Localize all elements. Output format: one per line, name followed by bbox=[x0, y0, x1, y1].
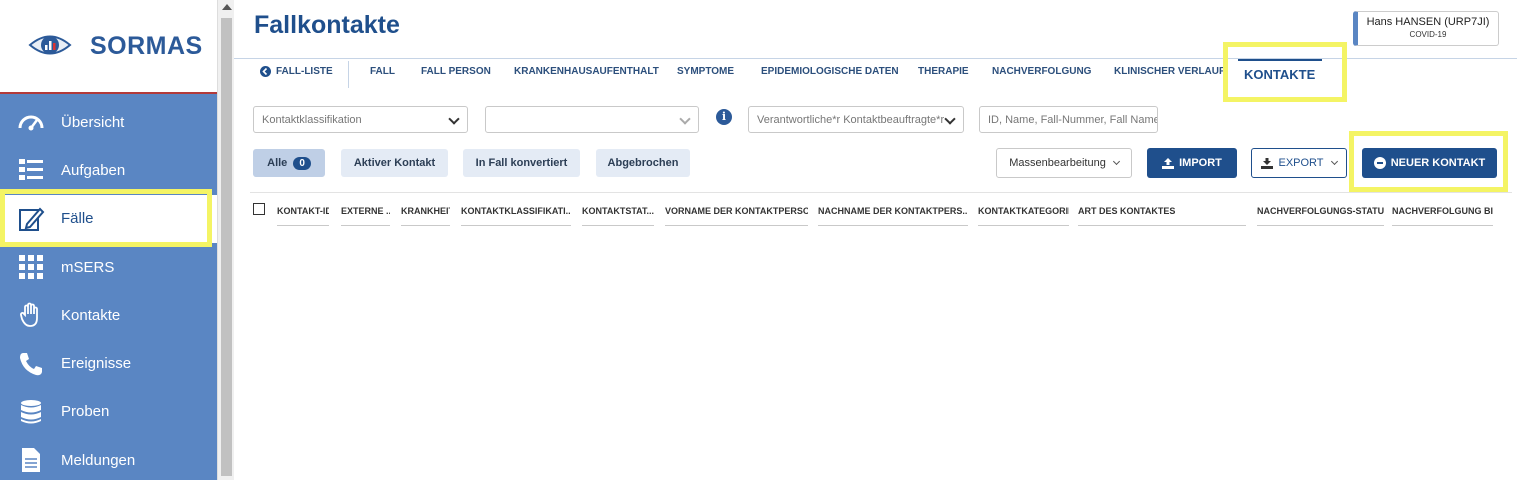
plus-circle-icon bbox=[1373, 157, 1386, 169]
sidebar-item-label: Meldungen bbox=[61, 451, 136, 469]
sidebar-item-label: Übersicht bbox=[61, 113, 125, 131]
user-menu[interactable]: Hans HANSEN (URP7JI) COVID-19 bbox=[1353, 11, 1499, 46]
tab-kontakte[interactable]: KONTAKTE bbox=[1244, 67, 1315, 82]
sidebar-item-ereignisse[interactable]: Ereignisse bbox=[0, 339, 217, 387]
import-label: IMPORT bbox=[1179, 157, 1222, 169]
sormas-logo-icon bbox=[28, 35, 72, 55]
search-placeholder: ID, Name, Fall-Nummer, Fall Name bbox=[988, 114, 1158, 126]
info-icon[interactable]: i bbox=[716, 109, 732, 125]
sidebar-item-label: Ereignisse bbox=[61, 355, 132, 373]
edit-icon bbox=[19, 207, 45, 231]
sidebar-nav: Übersicht Aufgaben Fälle mSERS Kontakte … bbox=[0, 98, 217, 480]
brand-name: SORMAS bbox=[90, 32, 203, 60]
contacts-table-header: KONTAKT-ID EXTERNE ... KRANKHEIT KONTAKT… bbox=[250, 192, 1512, 228]
new-contact-button[interactable]: NEUER KONTAKT bbox=[1362, 148, 1497, 178]
bulk-edit-button[interactable]: Massenbearbeitung bbox=[996, 148, 1132, 178]
column-header-nachname[interactable]: NACHNAME DER KONTAKTPERS... bbox=[818, 206, 968, 226]
sidebar-item-label: Proben bbox=[61, 403, 110, 421]
document-icon bbox=[22, 448, 40, 473]
chevron-down-icon bbox=[679, 113, 691, 125]
chevron-down-icon bbox=[944, 113, 956, 125]
column-header-kontaktkategorie[interactable]: KONTAKTKATEGORIE bbox=[978, 206, 1069, 226]
sidebar-item-uebersicht[interactable]: Übersicht bbox=[0, 98, 217, 146]
sidebar-item-label: Fälle bbox=[61, 210, 94, 228]
search-input[interactable]: ID, Name, Fall-Nummer, Fall Name bbox=[979, 106, 1158, 133]
officer-select[interactable]: Verantwortliche*r Kontaktbeauftragte*r bbox=[748, 106, 964, 133]
app-root: SORMAS Übersicht Aufgaben Fälle mSERS Ko… bbox=[0, 0, 1517, 480]
export-label: EXPORT bbox=[1278, 157, 1324, 169]
sidebar-item-aufgaben[interactable]: Aufgaben bbox=[0, 146, 217, 194]
phone-icon bbox=[20, 352, 42, 375]
sidebar-item-proben[interactable]: Proben bbox=[0, 388, 217, 436]
officer-placeholder: Verantwortliche*r Kontaktbeauftragte*r bbox=[757, 114, 945, 126]
disease-select[interactable] bbox=[485, 106, 699, 133]
chevron-down-icon bbox=[1112, 157, 1120, 166]
scrollbar-thumb[interactable] bbox=[221, 18, 232, 476]
grid-icon bbox=[19, 255, 43, 280]
filter-alle-button[interactable]: Alle 0 bbox=[253, 149, 325, 177]
case-tabs: FALL-LISTE FALL FALL PERSON KRANKENHAUSA… bbox=[234, 58, 1517, 88]
column-header-nachverfolgung-bis[interactable]: NACHVERFOLGUNG BIS bbox=[1392, 206, 1493, 226]
column-header-kontaktstatus[interactable]: KONTAKTSTAT... bbox=[582, 206, 654, 226]
count-badge: 0 bbox=[293, 156, 311, 170]
column-header-krankheit[interactable]: KRANKHEIT bbox=[401, 206, 450, 226]
tab-therapie[interactable]: THERAPIE bbox=[918, 66, 969, 77]
column-header-kontaktklassifikation[interactable]: KONTAKTKLASSIFIKATI... bbox=[461, 206, 571, 226]
download-icon bbox=[1261, 157, 1274, 169]
tab-fall[interactable]: FALL bbox=[370, 66, 395, 77]
arrow-left-circle-icon bbox=[260, 66, 271, 77]
export-button[interactable]: EXPORT bbox=[1251, 148, 1347, 178]
tab-separator bbox=[348, 61, 349, 88]
filter-aktiver-kontakt-button[interactable]: Aktiver Kontakt bbox=[341, 149, 448, 177]
page-title: Fallkontakte bbox=[254, 11, 400, 39]
column-header-vorname[interactable]: VORNAME DER KONTAKTPERSON bbox=[665, 206, 808, 226]
filter-abgebrochen-button[interactable]: Abgebrochen bbox=[596, 149, 690, 177]
sidebar: SORMAS Übersicht Aufgaben Fälle mSERS Ko… bbox=[0, 0, 217, 480]
column-header-nachverfolgungs-status[interactable]: NACHVERFOLGUNGS-STATUS bbox=[1257, 206, 1384, 226]
database-icon bbox=[21, 399, 41, 424]
tab-label: FALL-LISTE bbox=[276, 66, 333, 77]
filter-in-fall-konvertiert-button[interactable]: In Fall konvertiert bbox=[463, 149, 580, 177]
tab-epidemiologische-daten[interactable]: EPIDEMIOLOGISCHE DATEN bbox=[761, 66, 899, 77]
user-name: Hans HANSEN (URP7JI) bbox=[1366, 16, 1490, 28]
select-all-checkbox[interactable] bbox=[253, 203, 265, 215]
column-header-art-des-kontaktes[interactable]: ART DES KONTAKTES bbox=[1078, 206, 1246, 226]
tab-klinischer-verlauf[interactable]: KLINISCHER VERLAUF bbox=[1114, 66, 1225, 77]
user-disease: COVID-19 bbox=[1409, 30, 1447, 39]
scroll-up-arrow-icon[interactable] bbox=[222, 4, 232, 10]
classification-placeholder: Kontaktklassifikation bbox=[262, 114, 362, 126]
tab-fall-liste[interactable]: FALL-LISTE bbox=[260, 66, 333, 77]
main-content: Fallkontakte Hans HANSEN (URP7JI) COVID-… bbox=[234, 0, 1517, 480]
dashboard-icon bbox=[18, 115, 44, 131]
sidebar-item-kontakte[interactable]: Kontakte bbox=[0, 291, 217, 339]
hand-icon bbox=[20, 303, 38, 328]
column-header-kontakt-id[interactable]: KONTAKT-ID bbox=[277, 206, 329, 226]
sidebar-item-msers[interactable]: mSERS bbox=[0, 243, 217, 291]
sidebar-item-label: Aufgaben bbox=[61, 161, 126, 179]
tab-nachverfolgung[interactable]: NACHVERFOLGUNG bbox=[992, 66, 1091, 77]
sidebar-item-label: mSERS bbox=[61, 258, 115, 276]
bulk-edit-label: Massenbearbeitung bbox=[1009, 157, 1106, 169]
import-button[interactable]: IMPORT bbox=[1147, 148, 1237, 178]
vertical-scrollbar[interactable] bbox=[217, 0, 234, 480]
logo-area[interactable]: SORMAS bbox=[0, 0, 217, 94]
classification-select[interactable]: Kontaktklassifikation bbox=[253, 106, 468, 133]
new-contact-label: NEUER KONTAKT bbox=[1390, 157, 1486, 169]
sidebar-item-faelle[interactable]: Fälle bbox=[0, 194, 217, 243]
sidebar-item-meldungen[interactable]: Meldungen bbox=[0, 436, 217, 480]
upload-icon bbox=[1162, 157, 1175, 169]
active-tab-indicator bbox=[1238, 59, 1322, 61]
chevron-down-icon bbox=[448, 113, 460, 125]
column-header-externe[interactable]: EXTERNE ... bbox=[341, 206, 390, 226]
task-list-icon bbox=[19, 159, 43, 181]
tab-fall-person[interactable]: FALL PERSON bbox=[421, 66, 491, 77]
tab-symptome[interactable]: SYMPTOME bbox=[677, 66, 734, 77]
filter-label: Alle bbox=[267, 157, 288, 169]
sidebar-item-label: Kontakte bbox=[61, 306, 121, 324]
tab-krankenhausaufenthalt[interactable]: KRANKENHAUSAUFENTHALT bbox=[514, 66, 659, 77]
chevron-down-icon bbox=[1330, 157, 1338, 166]
